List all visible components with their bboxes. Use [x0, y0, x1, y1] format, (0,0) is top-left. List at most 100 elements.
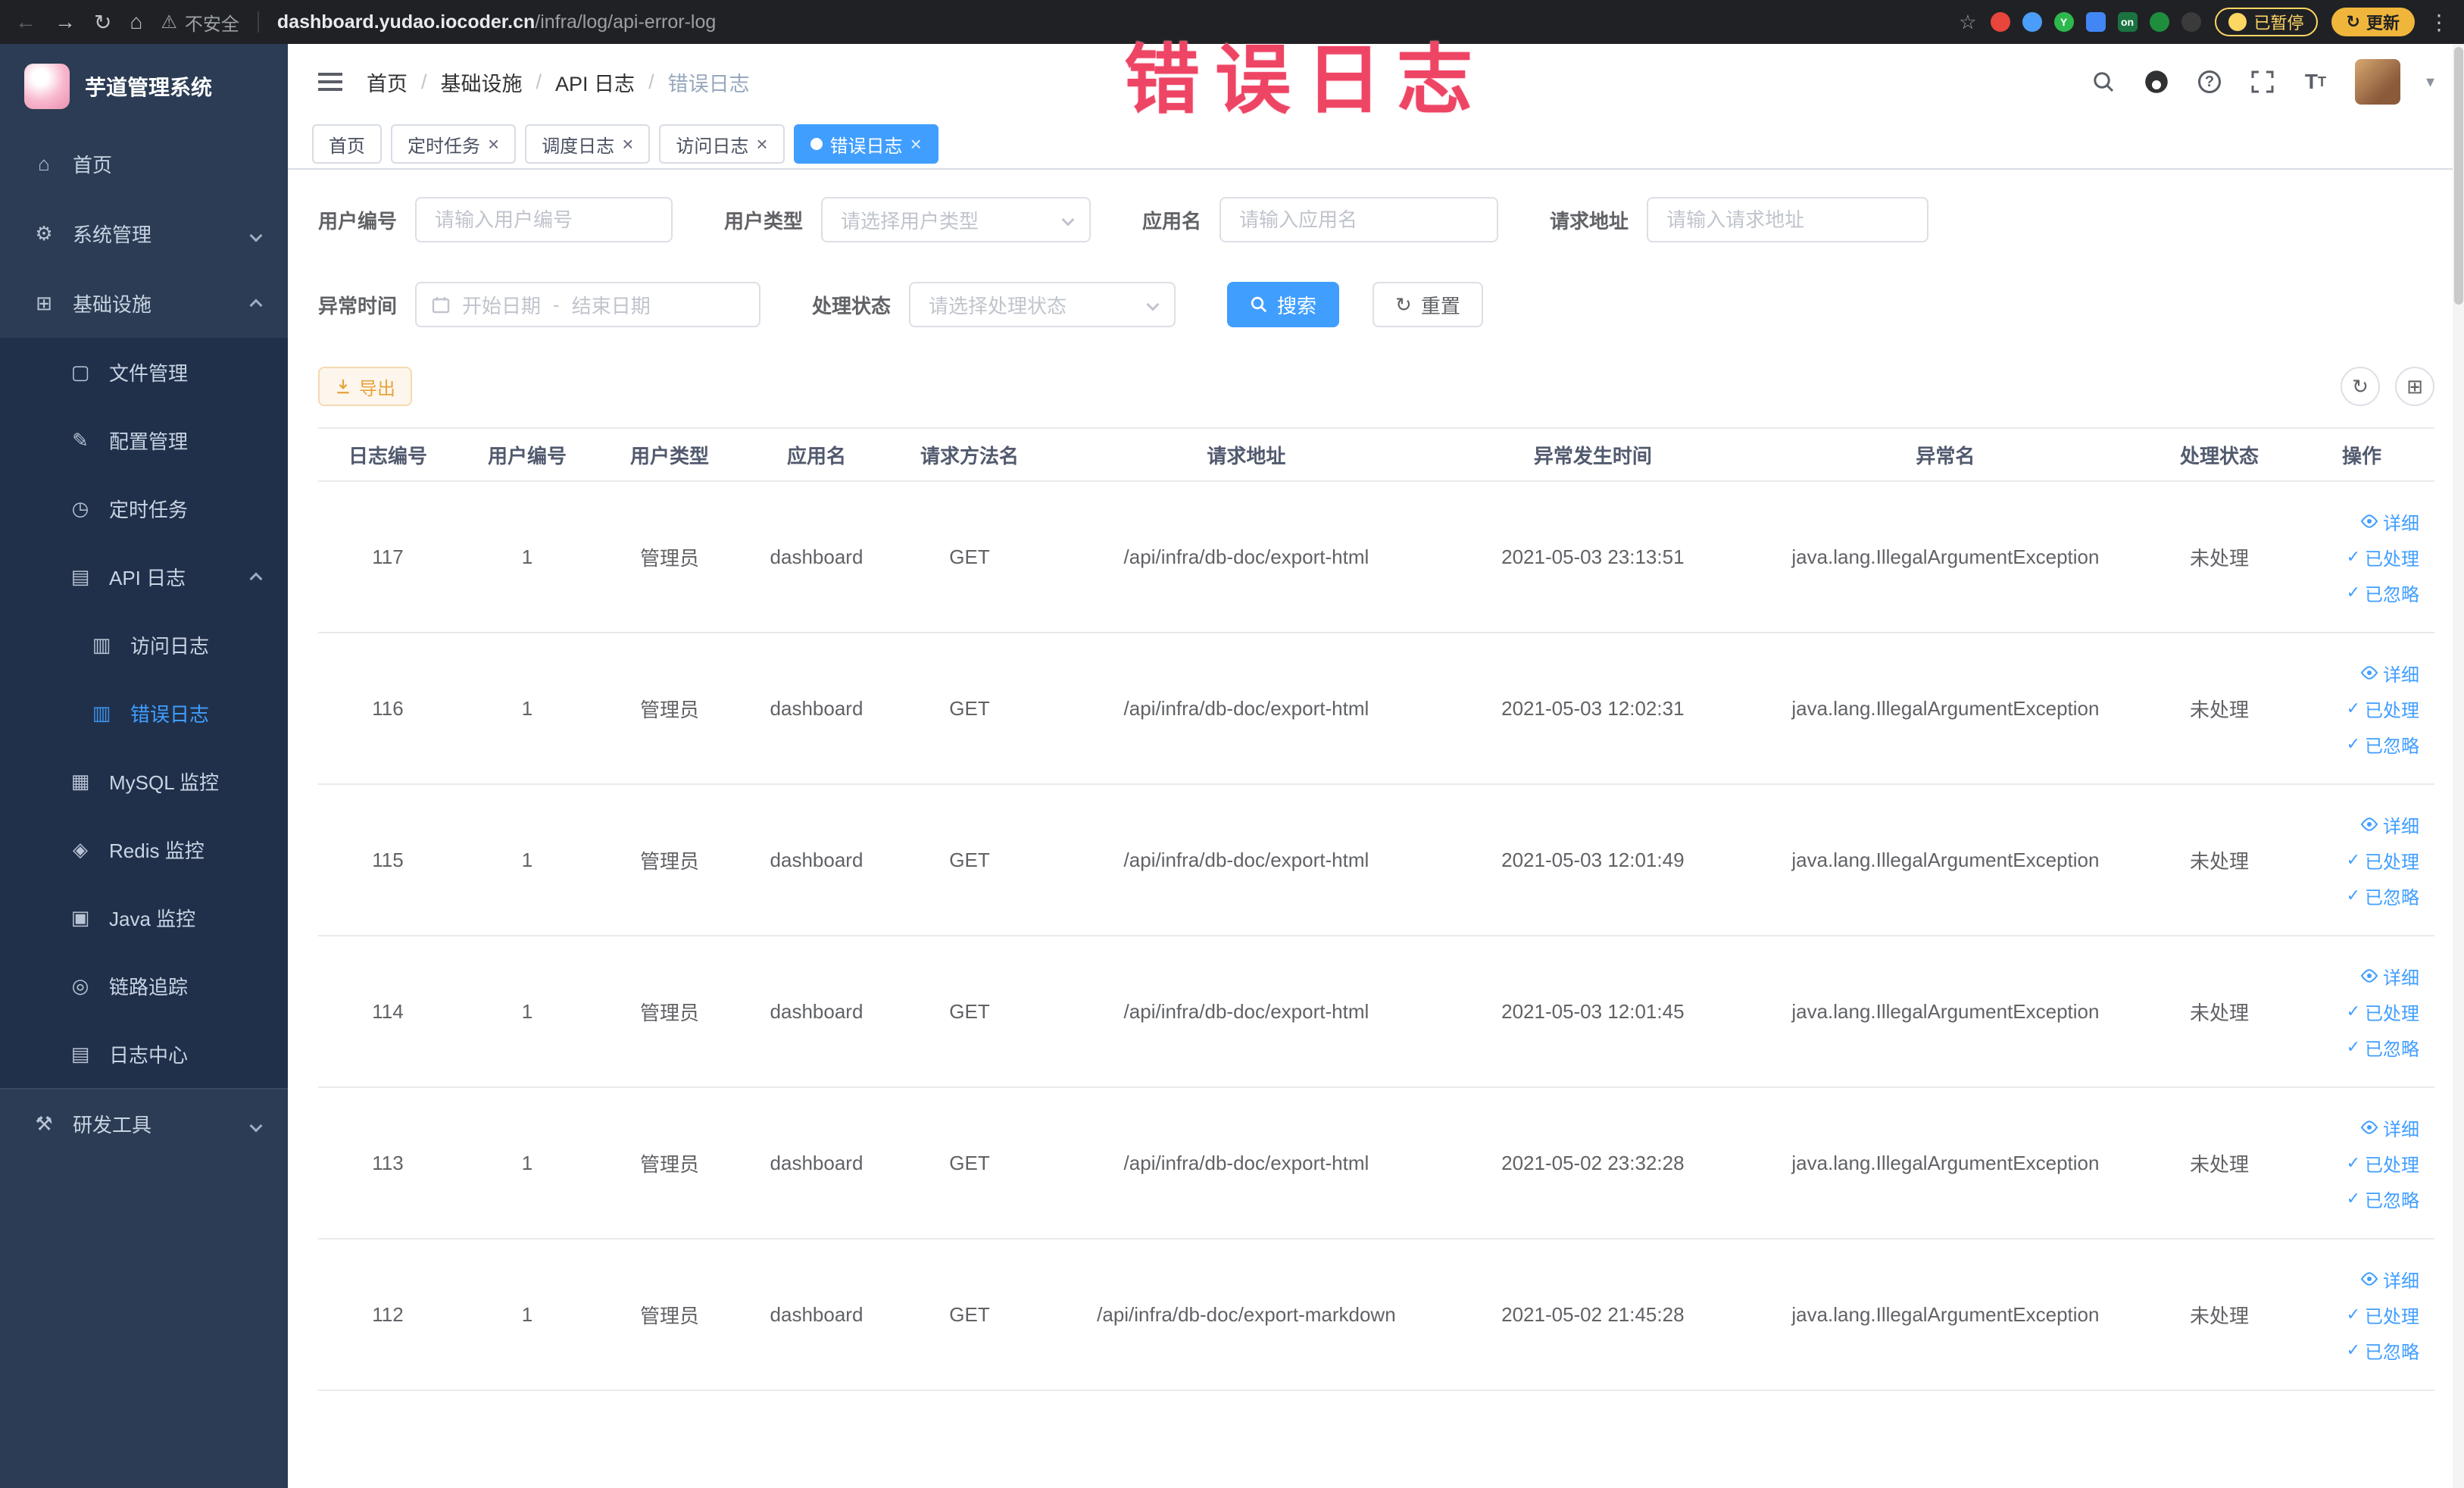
cell-request-url: /api/infra/db-doc/export-html: [1123, 848, 1369, 871]
tab-0[interactable]: 首页: [312, 124, 382, 164]
sidebar-item-7[interactable]: ▥ 访问日志: [0, 611, 288, 679]
mark-ignored-link[interactable]: ✓ 已忽略: [2347, 731, 2419, 758]
back-icon[interactable]: ←: [15, 10, 36, 34]
mark-processed-link[interactable]: ✓ 已处理: [2347, 1150, 2419, 1177]
sidebar-item-13[interactable]: ▤ 日志中心: [0, 1020, 288, 1088]
detail-link[interactable]: 详细: [2360, 660, 2419, 686]
export-button[interactable]: 导出: [318, 367, 412, 406]
tab-3[interactable]: 访问日志 ×: [659, 124, 785, 164]
extension-blue-drop-icon[interactable]: [2022, 12, 2042, 32]
check-icon: ✓: [2346, 1037, 2360, 1056]
scrollbar[interactable]: [2453, 44, 2464, 1488]
paused-badge[interactable]: 已暂停: [2214, 8, 2318, 36]
detail-link[interactable]: 详细: [2360, 508, 2419, 535]
close-icon[interactable]: ×: [910, 134, 922, 154]
sidebar-item-1[interactable]: ⚙ 系统管理: [0, 199, 288, 268]
bookmark-star-icon[interactable]: ☆: [1959, 11, 1976, 34]
sidebar-item-8[interactable]: ▥ 错误日志: [0, 679, 288, 747]
sidebar-item-12[interactable]: ◎ 链路追踪: [0, 952, 288, 1020]
tab-bar: 首页 定时任务 × 调度日志 × 访问日志 × 错误日志 ×: [288, 120, 2464, 170]
extension-on-badge-icon[interactable]: on: [2117, 12, 2138, 32]
cell-request-method: GET: [949, 999, 990, 1023]
cell-app-name: dashboard: [770, 848, 863, 871]
detail-link[interactable]: 详细: [2360, 1266, 2419, 1293]
search-button[interactable]: 搜索: [1227, 282, 1340, 327]
detail-link[interactable]: 详细: [2360, 963, 2419, 989]
fullscreen-icon[interactable]: [2249, 68, 2276, 95]
check-icon: ✓: [2346, 1305, 2360, 1324]
sidebar-item-5[interactable]: ◷ 定时任务: [0, 474, 288, 542]
security-chip[interactable]: ⚠ 不安全: [161, 9, 239, 36]
mark-processed-link[interactable]: ✓ 已处理: [2347, 544, 2419, 571]
request-url-input[interactable]: [1647, 197, 1929, 242]
cell-process-status: 未处理: [2189, 1152, 2249, 1176]
column-settings-button[interactable]: ⊞: [2395, 367, 2434, 406]
column-header: 应用名: [786, 444, 846, 467]
extension-red-icon[interactable]: [1990, 12, 2010, 32]
forward-icon[interactable]: →: [55, 10, 76, 34]
date-range-picker[interactable]: 开始日期 - 结束日期: [415, 282, 761, 327]
breadcrumb-item[interactable]: API 日志: [555, 67, 635, 97]
home-icon[interactable]: ⌂: [130, 10, 142, 34]
user-type-select[interactable]: 请选择用户类型: [821, 197, 1091, 242]
search-icon[interactable]: [2090, 68, 2117, 95]
detail-link[interactable]: 详细: [2360, 811, 2419, 838]
collapse-sidebar-icon[interactable]: [318, 73, 342, 91]
mark-ignored-link[interactable]: ✓ 已忽略: [2347, 580, 2419, 606]
sidebar-item-4[interactable]: ✎ 配置管理: [0, 406, 288, 474]
header-actions: ? TT ▾: [2090, 59, 2434, 105]
chevron-down-icon[interactable]: ▾: [2426, 72, 2434, 92]
browser-menu-icon[interactable]: ⋮: [2428, 10, 2450, 35]
scrollbar-thumb[interactable]: [2454, 47, 2463, 305]
update-button[interactable]: ↻ 更新: [2331, 8, 2415, 36]
user-avatar[interactable]: [2354, 59, 2400, 105]
sidebar-item-14[interactable]: ⚒ 研发工具: [0, 1088, 288, 1158]
process-status-select[interactable]: 请选择处理状态: [909, 282, 1176, 327]
sidebar-item-10[interactable]: ◈ Redis 监控: [0, 815, 288, 883]
sidebar-item-2[interactable]: ⊞ 基础设施: [0, 268, 288, 338]
extension-green-circle-icon[interactable]: Y: [2053, 12, 2074, 32]
tab-4[interactable]: 错误日志 ×: [793, 124, 938, 164]
mark-ignored-link[interactable]: ✓ 已忽略: [2347, 883, 2419, 909]
cell-log-id: 115: [372, 848, 404, 871]
close-icon[interactable]: ×: [622, 134, 633, 154]
user-id-input[interactable]: [415, 197, 673, 242]
cell-user-type: 管理员: [639, 1001, 699, 1024]
sidebar-item-0[interactable]: ⌂ 首页: [0, 129, 288, 199]
reload-icon[interactable]: ↻: [94, 10, 111, 35]
mark-ignored-link[interactable]: ✓ 已忽略: [2347, 1337, 2419, 1364]
mark-processed-link[interactable]: ✓ 已处理: [2347, 999, 2419, 1025]
mark-ignored-link[interactable]: ✓ 已忽略: [2347, 1186, 2419, 1212]
mark-processed-link[interactable]: ✓ 已处理: [2347, 847, 2419, 874]
address-bar[interactable]: dashboard.yudao.iocoder.cn/infra/log/api…: [277, 11, 716, 33]
mark-ignored-link[interactable]: ✓ 已忽略: [2347, 1034, 2419, 1061]
tab-2[interactable]: 调度日志 ×: [525, 124, 651, 164]
extension-grid-icon[interactable]: [2085, 12, 2106, 32]
extension-paw-icon[interactable]: [2181, 12, 2201, 32]
detail-link[interactable]: 详细: [2360, 1114, 2419, 1141]
sidebar-item-3[interactable]: ▢ 文件管理: [0, 338, 288, 406]
tab-1[interactable]: 定时任务 ×: [391, 124, 517, 164]
breadcrumb-item[interactable]: 基础设施: [441, 67, 523, 97]
extension-sprout-icon[interactable]: [2149, 12, 2169, 32]
breadcrumb-item[interactable]: 首页: [367, 67, 408, 97]
filter-user-type: 用户类型 请选择用户类型: [724, 197, 1091, 242]
cell-user-id: 1: [521, 1151, 533, 1174]
sidebar-item-11[interactable]: ▣ Java 监控: [0, 883, 288, 952]
sidebar-item-9[interactable]: ▦ MySQL 监控: [0, 747, 288, 815]
mark-processed-link[interactable]: ✓ 已处理: [2347, 696, 2419, 722]
close-icon[interactable]: ×: [488, 134, 499, 154]
reset-button[interactable]: ↻ 重置: [1373, 282, 1483, 327]
font-size-icon[interactable]: TT: [2302, 68, 2329, 95]
close-icon[interactable]: ×: [756, 134, 767, 154]
app-name-input[interactable]: [1220, 197, 1499, 242]
help-icon[interactable]: ?: [2196, 68, 2223, 95]
brand-title: 芋道管理系统: [85, 76, 213, 99]
sidebar-item-6[interactable]: ▤ API 日志: [0, 542, 288, 611]
github-icon[interactable]: [2143, 68, 2170, 95]
mark-processed-link[interactable]: ✓ 已处理: [2347, 1302, 2419, 1328]
refresh-button[interactable]: ↻: [2341, 367, 2380, 406]
cell-actions: 详细 ✓ 已处理 ✓ 已忽略: [2289, 1114, 2434, 1212]
chevron-up-icon: [249, 292, 263, 315]
date-separator: -: [553, 292, 560, 316]
